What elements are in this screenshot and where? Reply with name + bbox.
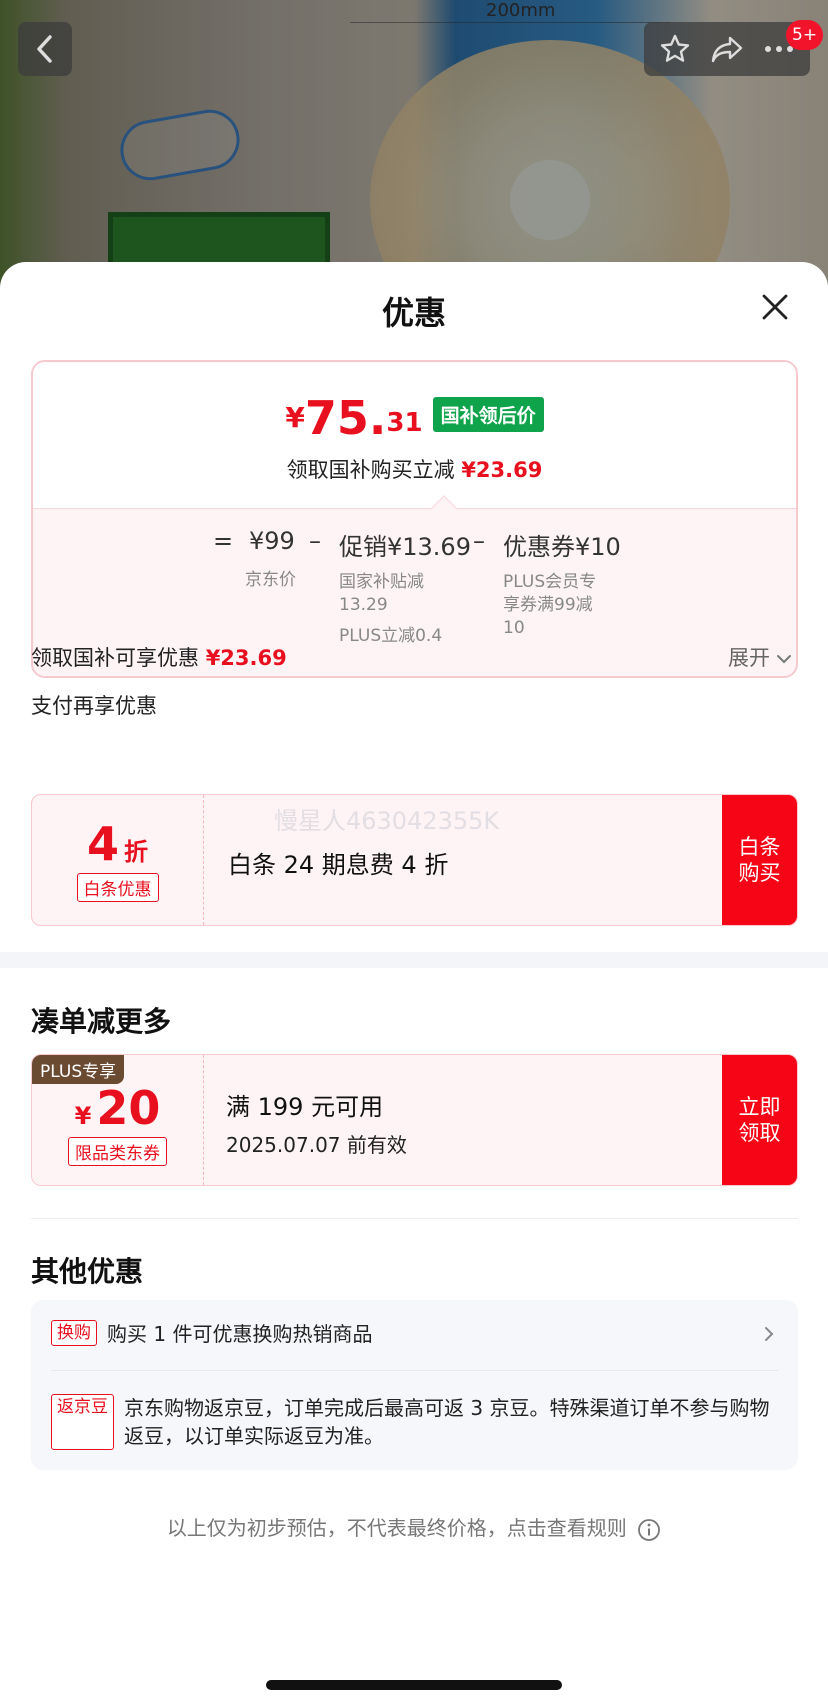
jd-price: ¥99 [249, 527, 295, 555]
offer-tag: 换购 [51, 1320, 97, 1346]
info-icon [638, 1518, 661, 1541]
coupon-value-area: PLUS专享 ¥ 20 限品类东券 [32, 1055, 204, 1185]
coupon-currency: ¥ [74, 1102, 92, 1130]
price-currency: ¥ [285, 401, 305, 434]
promo-note-3: PLUS立减0.4 [339, 626, 443, 646]
coupon-amount: 优惠券¥10 [503, 533, 621, 561]
disclaimer-text: 以上仅为初步预估，不代表最终价格，点击查看规则 [166, 1516, 627, 1540]
plus-exclusive-tag: PLUS专享 [32, 1055, 125, 1084]
bundle-section-title: 凑单减更多 [31, 1005, 172, 1038]
section-separator [0, 952, 828, 968]
other-section-title: 其他优惠 [31, 1255, 144, 1288]
baitiao-buy-button[interactable]: 白条 购买 [722, 795, 797, 925]
price-decimal: 31 [386, 408, 423, 438]
sheet-title: 优惠 [381, 294, 446, 332]
back-button[interactable] [18, 22, 72, 76]
price-summary-top: ¥ 75. 31 国补领后价 领取国补购买立减 ¥23.69 [33, 362, 796, 508]
other-offers-box: 换购 购买 1 件可优惠换购热销商品 返京豆 京东购物返京豆，订单完成后最高可返 3… [31, 1300, 798, 1470]
coupon-tag: 限品类东券 [68, 1137, 167, 1166]
claim-coupon-button[interactable]: 立即 领取 [722, 1055, 797, 1185]
price-subtitle: 领取国补购买立减 ¥23.69 [33, 454, 796, 484]
share-icon[interactable] [710, 34, 744, 64]
price-integer: 75. [304, 391, 387, 445]
coupon-expiry: 2025.07.07 前有效 [226, 1133, 407, 1157]
subsidy-line: 领取国补可享优惠 ¥23.69 [31, 642, 287, 672]
chevron-right-icon [765, 1327, 774, 1341]
promo-note-2: 13.29 [339, 595, 388, 615]
message-count-badge: 5+ [786, 20, 824, 50]
coupon-tag: 白条优惠 [76, 873, 159, 902]
plus-coupon-card: PLUS专享 ¥ 20 限品类东券 满 199 元可用 2025.07.07 前… [31, 1054, 798, 1186]
expand-button[interactable]: 展开 [728, 642, 792, 672]
discount-value: 4 [86, 817, 119, 871]
minus-sign: – [473, 527, 485, 555]
jingdou-offer-row: 返京豆 京东购物返京豆，订单完成后最高可返 3 京豆。特殊渠道订单不参与购物返豆，… [51, 1394, 778, 1450]
price-summary-card: ¥ 75. 31 国补领后价 领取国补购买立减 ¥23.69 = ¥99 京东价… [31, 360, 798, 678]
estimate-disclaimer[interactable]: 以上仅为初步预估，不代表最终价格，点击查看规则 [0, 1512, 828, 1542]
minus-sign: – [309, 527, 321, 555]
chevron-down-icon [777, 655, 791, 664]
close-icon[interactable] [758, 290, 792, 324]
offer-text: 京东购物返京豆，订单完成后最高可返 3 京豆。特殊渠道订单不参与购物返豆，以订单… [124, 1396, 770, 1448]
coupon-description-area: 慢星人463042355K 白条 24 期息费 4 折 [204, 795, 722, 925]
coupon-value: 20 [96, 1081, 161, 1135]
offer-text: 购买 1 件可优惠换购热销商品 [107, 1322, 373, 1346]
price-subtitle-amount: ¥23.69 [461, 458, 543, 482]
baitiao-coupon-card: 4 折 白条优惠 慢星人463042355K 白条 24 期息费 4 折 白条 … [31, 794, 798, 926]
coupon-note-2: 享券满99减 [503, 595, 593, 615]
price-subtitle-text: 领取国补购买立减 [286, 458, 455, 482]
coupon-note-3: 10 [503, 618, 525, 638]
star-icon[interactable] [659, 33, 691, 65]
subsidy-text: 领取国补可享优惠 [31, 646, 199, 670]
offer-tag: 返京豆 [51, 1394, 114, 1450]
home-indicator[interactable] [266, 1680, 562, 1690]
expand-label: 展开 [728, 646, 770, 670]
top-right-toolbar [644, 22, 810, 76]
promo-amount: 促销¥13.69 [339, 533, 471, 561]
coupon-condition: 满 199 元可用 [226, 1093, 384, 1121]
pay-section-title: 支付再享优惠 [31, 694, 157, 718]
coupon-value-area: 4 折 白条优惠 [32, 795, 204, 925]
trade-in-offer-row[interactable]: 换购 购买 1 件可优惠换购热销商品 [51, 1320, 778, 1348]
price-type-tag: 国补领后价 [432, 397, 544, 432]
coupon-description: 白条 24 期息费 4 折 [228, 851, 449, 879]
final-price: ¥ 75. 31 国补领后价 [33, 394, 796, 442]
discount-sheet: 优惠 ¥ 75. 31 国补领后价 领取国补购买立减 ¥23.69 = ¥99 … [0, 262, 828, 1702]
watermark-text: 慢星人463042355K [274, 807, 500, 835]
discount-unit: 折 [124, 838, 149, 866]
coupon-note-1: PLUS会员专 [503, 572, 597, 592]
promo-note-1: 国家补贴减 [339, 572, 424, 592]
coupon-description-area: 满 199 元可用 2025.07.07 前有效 [204, 1055, 722, 1185]
divider [31, 1218, 798, 1219]
subsidy-amount: ¥23.69 [205, 646, 287, 670]
equals-sign: = [213, 527, 234, 555]
jd-price-label: 京东价 [245, 570, 296, 590]
chevron-left-icon [37, 35, 52, 63]
divider [51, 1370, 778, 1371]
